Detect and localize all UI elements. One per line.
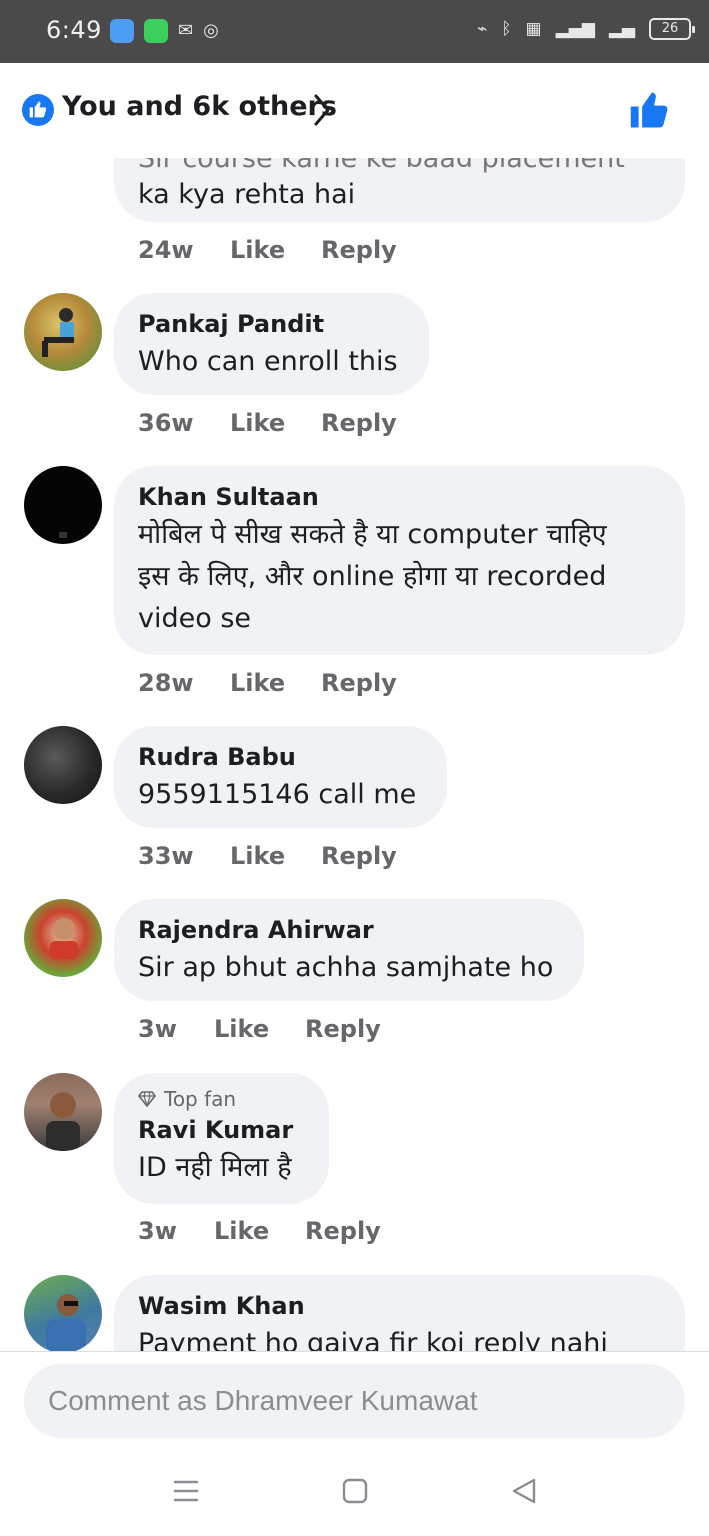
top-fan-badge: Top fan (138, 1085, 305, 1113)
comment-bubble[interactable]: Top fan Ravi Kumar ID नही मिला है (114, 1073, 329, 1204)
reactions-header[interactable]: You and 6k others (0, 63, 709, 158)
avatar[interactable] (24, 1073, 102, 1151)
comment-author[interactable]: Rudra Babu (138, 740, 423, 774)
comment-bubble[interactable]: Sir course karne ke baad placement ka ky… (114, 158, 685, 222)
comment-time: 3w (138, 1217, 177, 1245)
app-notification-icon (144, 19, 168, 43)
comment-text: ka kya rehta hai (138, 179, 356, 210)
mail-icon: ✉ (178, 20, 194, 41)
avatar[interactable] (24, 1275, 102, 1351)
signal-icon: ▂▄▆ (555, 19, 595, 39)
comment-bubble[interactable]: Khan Sultaan मोबिल पे सीख सकते है या com… (114, 466, 685, 655)
comment-author[interactable]: Rajendra Ahirwar (138, 913, 560, 947)
like-link[interactable]: Like (230, 842, 321, 870)
avatar[interactable] (24, 293, 102, 371)
avatar[interactable] (24, 466, 102, 544)
notification-icons: ✉ ◎ (110, 19, 219, 43)
like-link[interactable]: Like (214, 1015, 305, 1043)
vibrate-icon: ⌁ (477, 19, 488, 39)
comment-actions: 3w Like Reply (138, 1217, 381, 1245)
comment-list[interactable]: Sir course karne ke baad placement ka ky… (0, 158, 709, 1351)
like-reaction-icon (22, 94, 54, 126)
comment-composer (0, 1351, 709, 1461)
comment-actions: 3w Like Reply (138, 1015, 381, 1043)
comment-author[interactable]: Ravi Kumar (138, 1113, 305, 1147)
like-button-icon[interactable] (628, 89, 672, 131)
like-link[interactable]: Like (230, 236, 321, 264)
avatar[interactable] (24, 899, 102, 977)
comment-actions: 33w Like Reply (138, 842, 397, 870)
comment-time: 28w (138, 669, 194, 697)
comment-time: 33w (138, 842, 194, 870)
comment-bubble[interactable]: Pankaj Pandit Who can enroll this (114, 293, 429, 395)
reply-link[interactable]: Reply (321, 409, 397, 437)
comment-text: 9559115146 call me (138, 779, 417, 810)
reply-link[interactable]: Reply (305, 1015, 381, 1043)
bluetooth-icon: ᛒ (501, 19, 512, 39)
reply-link[interactable]: Reply (321, 842, 397, 870)
comment-author[interactable]: Pankaj Pandit (138, 307, 405, 341)
battery-icon: 26 (649, 18, 695, 40)
comment-text-line: video se (138, 603, 252, 634)
comment-bubble[interactable]: Wasim Khan Payment ho gaiya fir koi repl… (114, 1275, 685, 1351)
comment-text: Who can enroll this (138, 346, 398, 377)
reply-link[interactable]: Reply (321, 669, 397, 697)
system-indicators: ⌁ ᛒ ▦ ▂▄▆ ▂▄ 26 (477, 18, 695, 40)
app-notification-icon (110, 19, 134, 43)
comment-text: Payment ho gaiya fir koi reply nahi (138, 1328, 608, 1351)
comment-author[interactable]: Wasim Khan (138, 1289, 661, 1323)
like-link[interactable]: Like (214, 1217, 305, 1245)
comment-text: ID नही मिला है (138, 1152, 292, 1183)
chevron-right-icon[interactable] (312, 93, 332, 127)
signal-icon: ▂▄ (608, 19, 635, 39)
comment-actions: 28w Like Reply (138, 669, 397, 697)
comment-time: 36w (138, 409, 194, 437)
comment-actions: 36w Like Reply (138, 409, 397, 437)
home-icon[interactable] (341, 1477, 369, 1505)
status-time: 6:49 (46, 16, 102, 44)
like-link[interactable]: Like (230, 669, 321, 697)
menu-icon[interactable] (172, 1477, 200, 1505)
comment-text-line: मोबिल पे सीख सकते है या computer चाहिए (138, 519, 607, 550)
comment-text-line: इस के लिए, और online होगा या recorded (138, 561, 607, 592)
instagram-icon: ◎ (203, 20, 219, 41)
top-fan-label: Top fan (164, 1087, 237, 1111)
diamond-icon (138, 1091, 156, 1107)
comment-time: 3w (138, 1015, 177, 1043)
comment-text: Sir ap bhut achha samjhate ho (138, 952, 554, 983)
volte-icon: ▦ (525, 19, 542, 39)
reply-link[interactable]: Reply (321, 236, 397, 264)
comment-author[interactable]: Khan Sultaan (138, 480, 661, 514)
avatar[interactable] (24, 726, 102, 804)
comment-bubble[interactable]: Rudra Babu 9559115146 call me (114, 726, 447, 828)
like-link[interactable]: Like (230, 409, 321, 437)
comment-time: 24w (138, 236, 194, 264)
back-icon[interactable] (510, 1477, 538, 1505)
status-bar: 6:49 ✉ ◎ ⌁ ᛒ ▦ ▂▄▆ ▂▄ 26 (0, 0, 709, 63)
comment-bubble[interactable]: Rajendra Ahirwar Sir ap bhut achha samjh… (114, 899, 584, 1001)
reply-link[interactable]: Reply (305, 1217, 381, 1245)
comment-actions: 24w Like Reply (138, 236, 397, 264)
reactions-summary[interactable]: You and 6k others (62, 91, 337, 122)
system-nav-bar (0, 1461, 709, 1536)
comment-input[interactable] (24, 1364, 685, 1438)
